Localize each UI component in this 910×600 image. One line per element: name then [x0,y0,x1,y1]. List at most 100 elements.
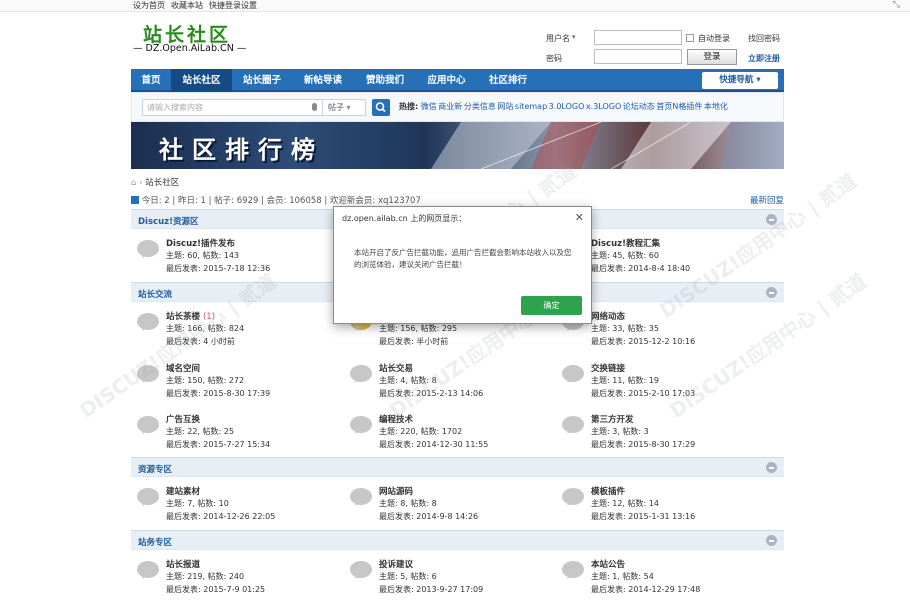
nav-item-home[interactable]: 首页 [131,69,171,92]
forum-last-post[interactable]: 最后发表: 2015-12-2 10:16 [591,336,695,347]
nav-item-app-center[interactable]: 应用中心 [416,69,477,92]
forum-item[interactable]: 站长交易 主题: 4, 帖数: 8 最后发表: 2015-2-13 14:06 [344,360,554,404]
new-post-count: (1) [202,312,216,322]
forum-name[interactable]: 编程技术 [379,413,413,425]
quick-login-settings-link[interactable]: 快捷登录设置 [209,0,257,12]
auto-login-checkbox[interactable] [686,34,694,42]
hot-search-terms[interactable]: 微信 商业新 分类信息 网站 sitemap 3.0LOGO x.3LOGO 论… [421,102,728,111]
stats-text: 今日: 2 | 昨日: 1 | 帖子: 6929 | 会员: 106058 | … [141,196,421,206]
section-header[interactable]: 站务专区 [131,530,784,550]
forgot-password-link[interactable]: 找回密码 [748,33,780,44]
collapse-icon[interactable] [766,214,777,225]
collapse-icon[interactable] [766,462,777,473]
section-title[interactable]: Discuz!资源区 [138,215,198,227]
microphone-icon[interactable] [312,103,317,111]
forum-item[interactable]: 交换链接 主题: 11, 帖数: 19 最后发表: 2015-2-10 17:0… [556,360,766,404]
nav-item-ranking[interactable]: 社区排行 [477,69,539,92]
forum-last-post[interactable]: 最后发表: 2013-9-27 17:09 [379,584,483,595]
forum-item[interactable]: 域名空间 主题: 150, 帖数: 272 最后发表: 2015-8-30 17… [131,360,341,404]
forum-name[interactable]: 站长茶楼 (1) [166,310,215,322]
forum-item[interactable]: 网站源码 主题: 8, 帖数: 8 最后发表: 2014-9-8 14:26 [344,483,554,527]
forum-item[interactable]: 站长茶楼 (1) 主题: 166, 帖数: 824 最后发表: 4 小时前 [131,308,341,352]
forum-counts: 主题: 219, 帖数: 240 [166,572,245,581]
collapse-icon[interactable] [766,287,777,298]
ranking-banner[interactable]: 社区排行榜 [131,122,784,169]
forum-item[interactable]: 本站公告 主题: 1, 帖数: 54 最后发表: 2014-12-29 17:4… [556,556,766,600]
logo-subtitle: — DZ.Open.AiLab.CN — [133,43,247,54]
forum-last-post[interactable]: 最后发表: 2015-8-30 17:39 [166,388,270,399]
forum-last-post[interactable]: 最后发表: 2015-8-30 17:29 [591,439,695,450]
set-homepage-link[interactable]: 设为首页 [133,0,165,12]
forum-item[interactable]: 模板插件 主题: 12, 帖数: 14 最后发表: 2015-1-31 13:1… [556,483,766,527]
forum-last-post[interactable]: 最后发表: 2015-7-9 01:25 [166,584,265,595]
forum-last-post[interactable]: 最后发表: 2015-2-13 14:06 [379,388,483,399]
forum-last-post[interactable]: 最后发表: 2014-12-29 17:48 [591,584,700,595]
forum-counts: 主题: 156, 帖数: 295 [379,324,458,333]
forum-last-post[interactable]: 最后发表: 2014-8-4 18:40 [591,263,690,274]
quick-nav-label: 快捷导航 [719,75,754,85]
nav-item-circles[interactable]: 站长圈子 [232,69,292,92]
forum-item[interactable]: 站长报道 主题: 219, 帖数: 240 最后发表: 2015-7-9 01:… [131,556,341,600]
forum-last-post[interactable]: 最后发表: 2015-1-31 13:16 [591,511,695,522]
forum-item[interactable]: Discuz!插件发布 主题: 60, 帖数: 143 最后发表: 2015-7… [131,235,341,279]
forum-last-post[interactable]: 最后发表: 4 小时前 [166,336,235,347]
nav-item-sponsor[interactable]: 赞助我们 [354,69,416,92]
collapse-icon[interactable] [766,535,777,546]
forum-name[interactable]: 网络动态 [591,310,625,322]
search-type-select[interactable]: 帖子 ▾ [323,99,366,116]
forum-bubble-icon [562,561,584,578]
close-icon[interactable]: ✕ [575,211,584,224]
forum-name[interactable]: 广告互换 [166,413,200,425]
forum-name[interactable]: 建站素材 [166,485,200,497]
forum-name[interactable]: 域名空间 [166,362,200,374]
forum-name[interactable]: 网站源码 [379,485,413,497]
forum-item[interactable]: 投诉建议 主题: 5, 帖数: 6 最后发表: 2013-9-27 17:09 [344,556,554,600]
search-input[interactable]: 请输入搜索内容 [142,99,323,116]
section-title[interactable]: 站长交流 [138,288,172,300]
site-logo[interactable]: 站长社区 — DZ.Open.AiLab.CN — [133,20,248,58]
forum-last-post[interactable]: 最后发表: 2014-12-30 11:55 [379,439,488,450]
register-link[interactable]: 立即注册 [748,53,780,64]
forum-item[interactable]: 建站素材 主题: 7, 帖数: 10 最后发表: 2014-12-26 22:0… [131,483,341,527]
section-title[interactable]: 站务专区 [138,536,172,548]
login-button[interactable]: 登录 [687,49,737,65]
latest-reply-link[interactable]: 最新回复 [750,194,784,206]
forum-item[interactable]: 第三方开发 主题: 3, 帖数: 3 最后发表: 2015-8-30 17:29 [556,411,766,455]
forum-name[interactable]: 第三方开发 [591,413,634,425]
bookmark-link[interactable]: 收藏本站 [171,0,203,12]
forum-last-post[interactable]: 最后发表: 2014-12-26 22:05 [166,511,275,522]
forum-counts: 主题: 220, 帖数: 1702 [379,427,463,436]
quick-nav-button[interactable]: 快捷导航 ▾ [702,72,778,89]
password-field[interactable] [594,49,682,64]
search-button[interactable] [372,99,390,116]
home-icon[interactable]: ⌂ [131,178,136,188]
section-title[interactable]: 资源专区 [138,463,172,475]
forum-last-post[interactable]: 最后发表: 半小时前 [379,336,448,347]
forum-last-post[interactable]: 最后发表: 2015-7-27 15:34 [166,439,270,450]
username-label: 用户名 [546,34,570,43]
forum-name[interactable]: 投诉建议 [379,558,413,570]
forum-last-post[interactable]: 最后发表: 2014-9-8 14:26 [379,511,478,522]
ok-button[interactable]: 确定 [521,296,582,315]
breadcrumb-current[interactable]: 站长社区 [145,178,179,188]
forum-last-post[interactable]: 最后发表: 2015-2-10 17:03 [591,388,695,399]
top-bar: 设为首页 收藏本站 快捷登录设置 ⤡ [0,0,910,12]
forum-name[interactable]: 交换链接 [591,362,625,374]
forum-name[interactable]: 模板插件 [591,485,625,497]
nav-item-community[interactable]: 站长社区 [171,69,232,92]
forum-last-post[interactable]: 最后发表: 2015-7-18 12:36 [166,263,270,274]
section-header[interactable]: 资源专区 [131,457,784,477]
hot-search[interactable]: 热搜: 微信 商业新 分类信息 网站 sitemap 3.0LOGO x.3LO… [399,101,728,112]
forum-bubble-icon [562,416,584,433]
forum-name[interactable]: Discuz!教程汇集 [591,237,660,249]
forum-name[interactable]: 站长交易 [379,362,413,374]
forum-item[interactable]: 编程技术 主题: 220, 帖数: 1702 最后发表: 2014-12-30 … [344,411,554,455]
resize-icon[interactable]: ⤡ [893,0,900,11]
nav-item-new-posts[interactable]: 新帖导读 [292,69,354,92]
chevron-down-icon[interactable]: ▾ [572,33,576,41]
forum-name[interactable]: 本站公告 [591,558,625,570]
username-field[interactable] [594,30,682,45]
forum-name[interactable]: Discuz!插件发布 [166,237,235,249]
forum-name[interactable]: 站长报道 [166,558,200,570]
forum-item[interactable]: 广告互换 主题: 22, 帖数: 25 最后发表: 2015-7-27 15:3… [131,411,341,455]
